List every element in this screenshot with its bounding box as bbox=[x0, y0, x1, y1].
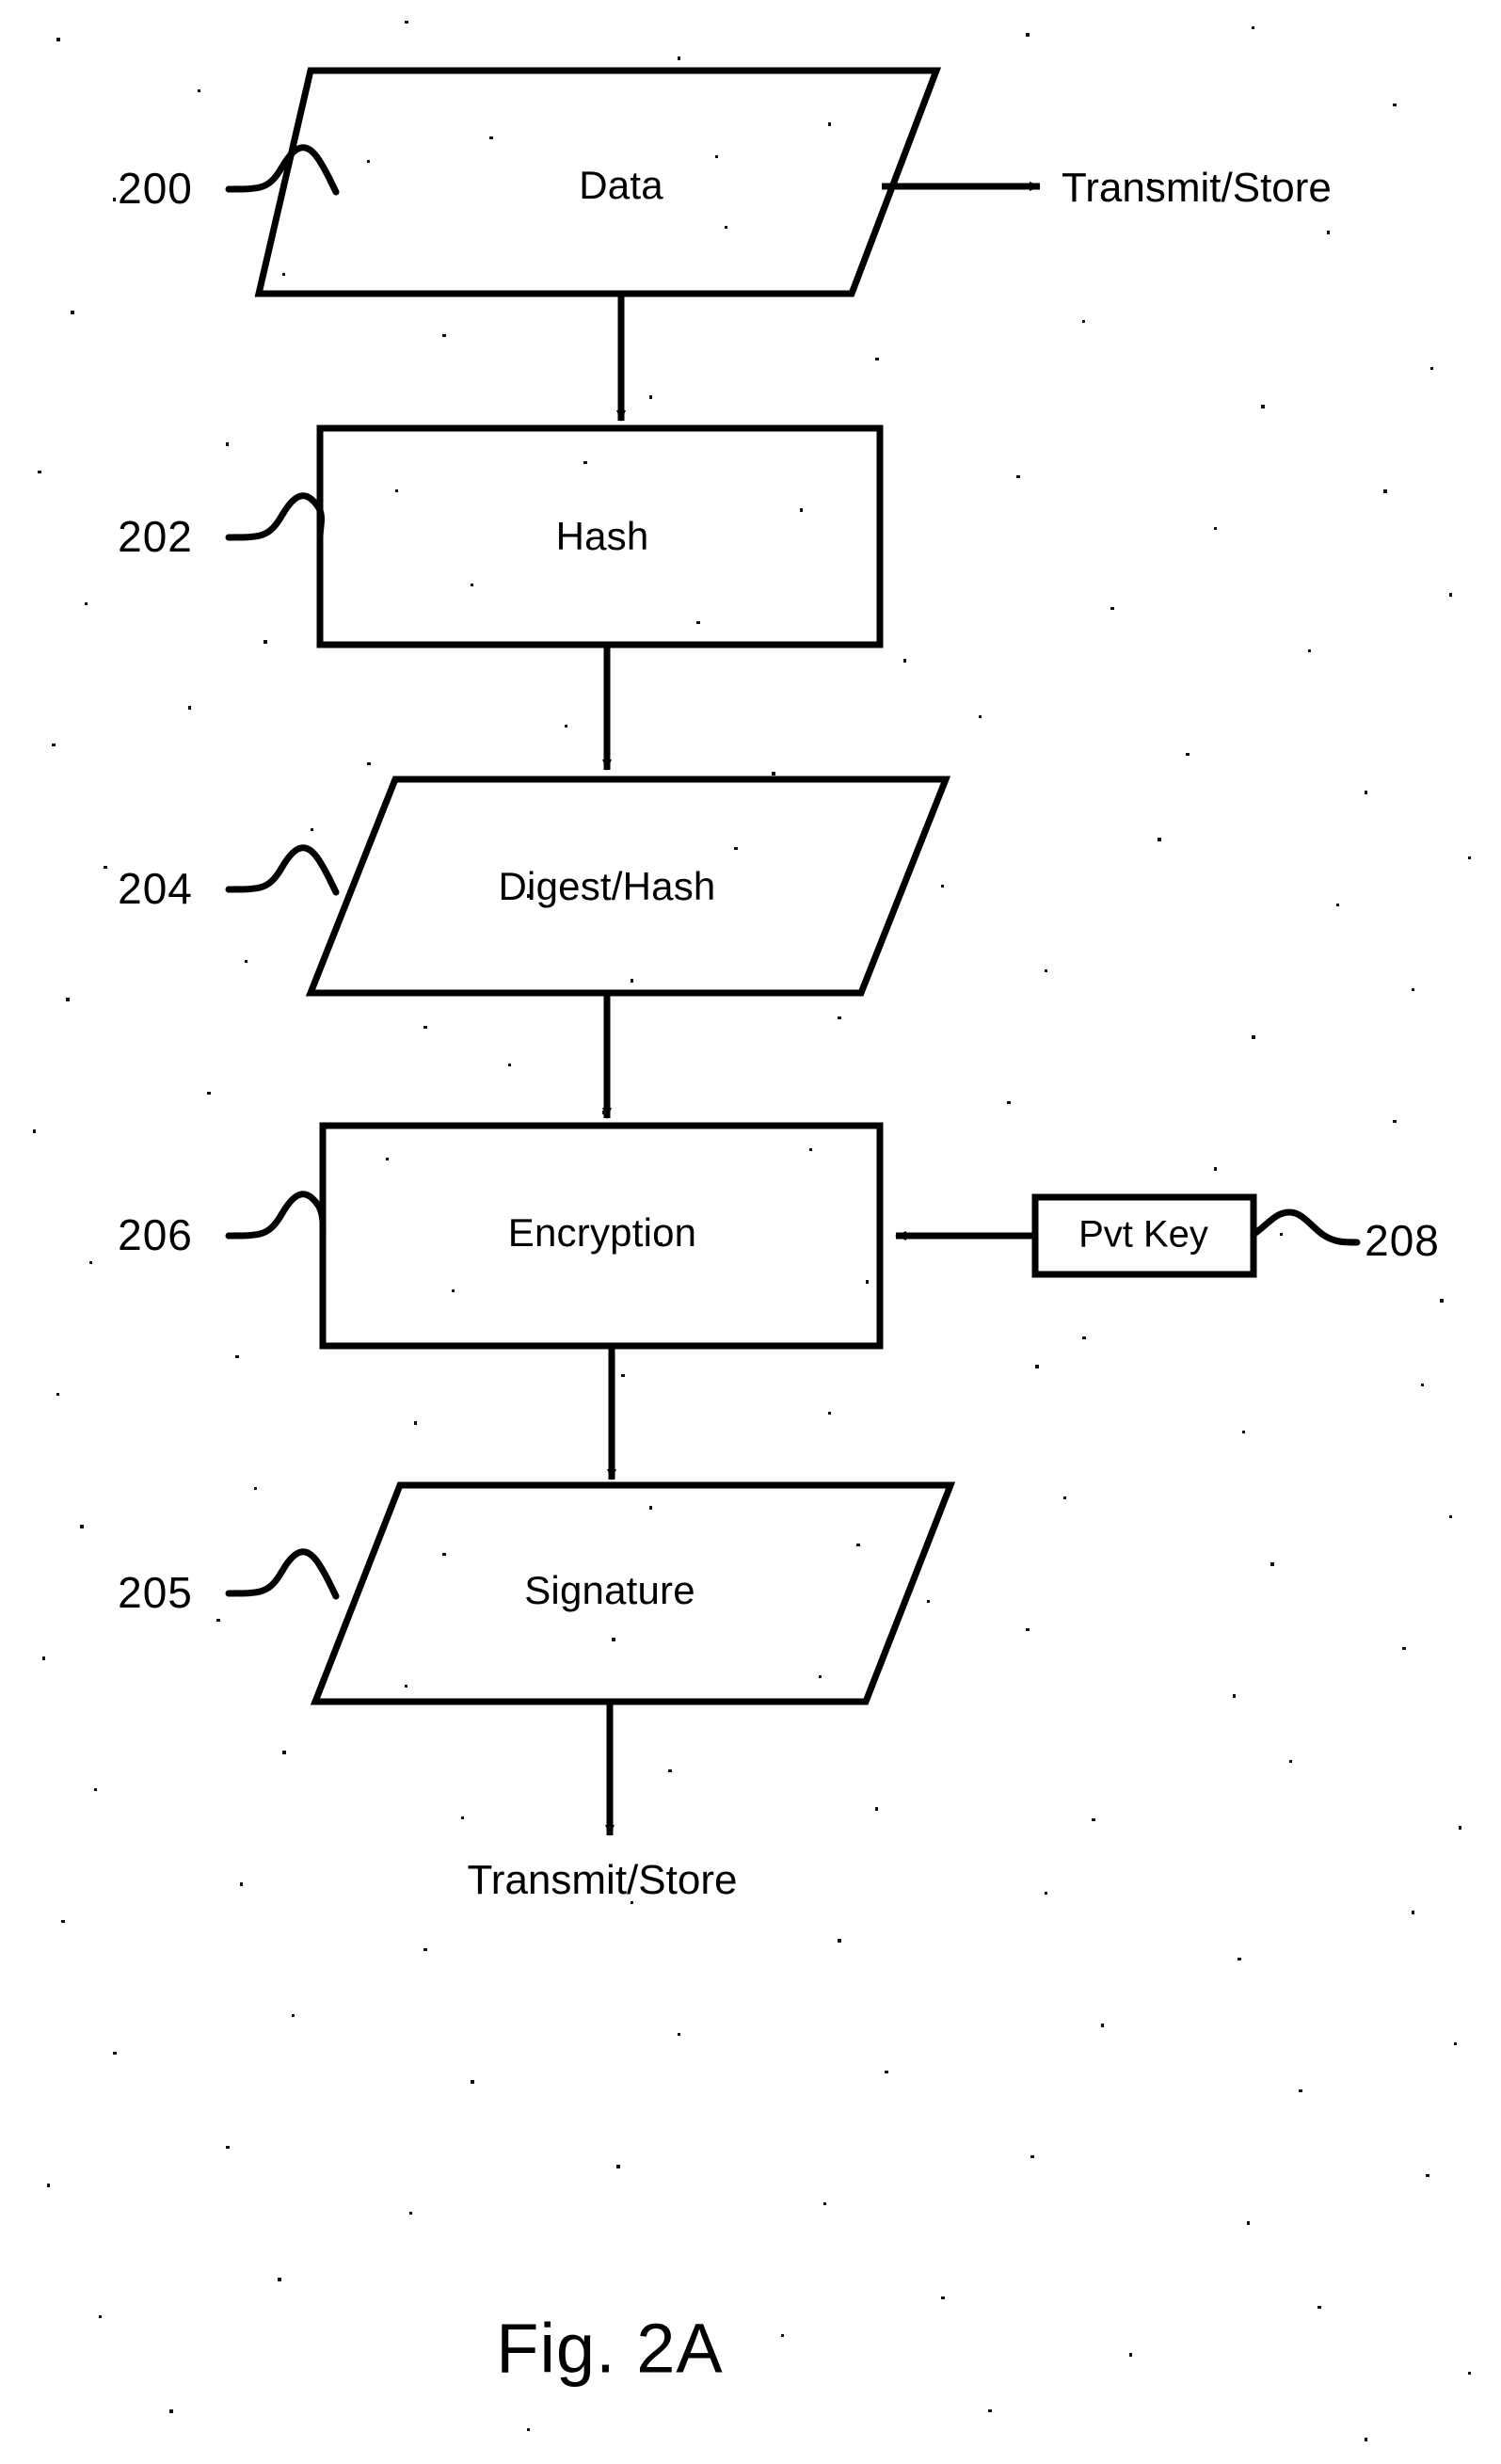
node-label-signature: Signature bbox=[524, 1568, 695, 1612]
node-label-data: Data bbox=[579, 163, 663, 207]
terminal-transmit-store-top: Transmit/Store bbox=[1062, 165, 1332, 211]
ref-numeral-206: 206 bbox=[118, 1210, 193, 1259]
terminal-transmit-store-bottom: Transmit/Store bbox=[467, 1857, 738, 1903]
leader-line-208 bbox=[1252, 1208, 1361, 1246]
ref-numeral-204: 204 bbox=[118, 864, 193, 913]
leader-line-202 bbox=[225, 492, 326, 541]
patent-figure-page: Data Hash Digest/Hash Encryption Pvt Key… bbox=[0, 0, 1501, 2464]
leader-line-205 bbox=[225, 1548, 340, 1600]
node-label-hash: Hash bbox=[555, 514, 649, 558]
leader-line-204 bbox=[225, 844, 340, 896]
node-label-digest: Digest/Hash bbox=[498, 864, 716, 908]
node-label-encryption: Encryption bbox=[507, 1210, 697, 1255]
ref-numeral-205: 205 bbox=[118, 1568, 193, 1617]
ref-numeral-208: 208 bbox=[1365, 1216, 1440, 1265]
ref-numeral-200: 200 bbox=[118, 164, 193, 213]
leader-line-206 bbox=[225, 1191, 327, 1240]
ref-numeral-202: 202 bbox=[118, 512, 193, 561]
figure-caption: Fig. 2A bbox=[496, 2309, 724, 2388]
node-label-pvt-key: Pvt Key bbox=[1078, 1213, 1208, 1256]
flowchart-diagram bbox=[225, 67, 1361, 1836]
